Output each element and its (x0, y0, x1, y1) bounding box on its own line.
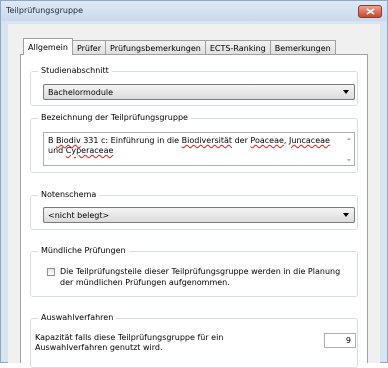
group-notenschema: Notenschema <nicht belegt> (30, 190, 358, 230)
group-label-studienabschnitt: Studienabschnitt (38, 66, 112, 75)
capacity-label: Kapazität falls diese Teilprüfungsgruppe… (35, 333, 224, 352)
tab-ects-ranking[interactable]: ECTS-Ranking (204, 40, 270, 55)
tab-bar: Allgemein Prüfer Prüfungsbemerkungen ECT… (23, 38, 336, 55)
group-label-notenschema: Notenschema (38, 190, 100, 199)
group-label-bezeichnung: Bezeichnung der Teilprüfungsgruppe (38, 113, 191, 122)
muendlich-checkbox-label[interactable]: Die Teilprüfungsteile dieser Teilprüfung… (60, 266, 350, 288)
group-label-auswahl: Auswahlverfahren (38, 313, 117, 322)
tab-pruefungsbemerkungen[interactable]: Prüfungsbemerkungen (105, 40, 205, 55)
notenschema-value: <nicht belegt> (48, 211, 110, 220)
scroll-up-icon[interactable] (345, 136, 353, 142)
group-bezeichnung: Bezeichnung der Teilprüfungsgruppe B Bio… (30, 113, 358, 173)
tab-pruefer[interactable]: Prüfer (72, 40, 106, 55)
group-label-muendlich: Mündliche Prüfungen (38, 246, 129, 255)
bezeichnung-text: B Biodiv 331 c: Einführung in die Biodiv… (48, 136, 330, 155)
title-bar[interactable]: Teilprüfungsgruppe (1, 1, 387, 21)
close-icon (366, 8, 374, 15)
studienabschnitt-value: Bachelormodule (48, 88, 114, 97)
scroll-down-icon[interactable] (345, 157, 353, 163)
window-title: Teilprüfungsgruppe (6, 6, 84, 15)
group-auswahlverfahren: Auswahlverfahren Kapazität falls diese T… (30, 313, 358, 368)
capacity-input[interactable]: 9 (324, 333, 356, 348)
textarea-scrollbar[interactable] (345, 134, 353, 164)
tab-bemerkungen[interactable]: Bemerkungen (269, 40, 336, 55)
chevron-down-icon (343, 90, 349, 94)
studienabschnitt-select[interactable]: Bachelormodule (43, 84, 355, 100)
bezeichnung-textarea[interactable]: B Biodiv 331 c: Einführung in die Biodiv… (43, 132, 355, 166)
notenschema-select[interactable]: <nicht belegt> (43, 207, 355, 223)
tab-allgemein[interactable]: Allgemein (23, 38, 73, 55)
group-muendliche-pruefungen: Mündliche Prüfungen Die Teilprüfungsteil… (30, 246, 358, 297)
group-studienabschnitt: Studienabschnitt Bachelormodule (30, 66, 358, 106)
muendlich-checkbox[interactable] (47, 268, 55, 276)
close-button[interactable] (358, 5, 382, 18)
chevron-down-icon (343, 213, 349, 217)
